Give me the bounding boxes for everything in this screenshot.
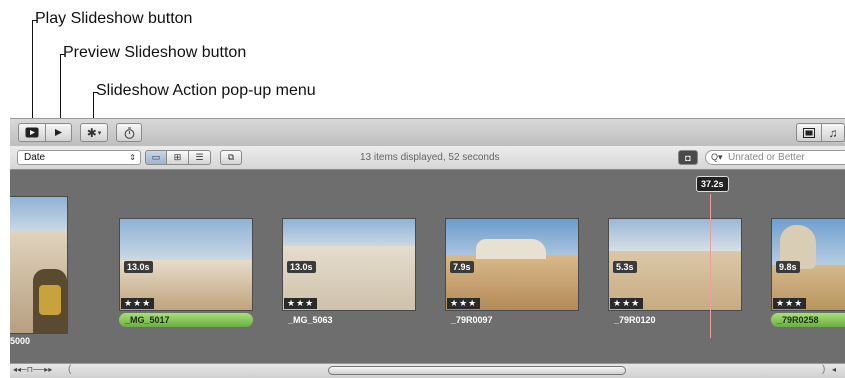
magnifier-icon: ◘ <box>685 152 691 163</box>
callout-slideshow-action: Slideshow Action pop-up menu <box>96 82 316 99</box>
rock-formation <box>476 239 546 259</box>
clip-duration: 13.0s <box>287 261 316 273</box>
clip-rating: ★★★ <box>447 298 481 309</box>
clip-duration: 5.3s <box>613 261 637 273</box>
filmstrip-icon: ▭ <box>151 152 161 162</box>
play-slideshow-icon <box>25 127 39 138</box>
slideshow-toolbar: ✱ ▾ ♫ <box>10 118 845 147</box>
leader-line-preview <box>60 54 61 122</box>
zoom-slider[interactable]: ◂◂─⊓──▸▸ <box>13 365 52 374</box>
leader-line-play <box>32 20 33 122</box>
callout-preview-slideshow: Preview Slideshow button <box>63 44 247 61</box>
music-note-icon: ♫ <box>828 125 838 140</box>
horizontal-scroll-thumb[interactable] <box>328 366 626 375</box>
clip-thumbnail[interactable]: 9.8s ★★★ <box>771 218 845 311</box>
clip-duration: 7.9s <box>450 261 474 273</box>
backpack-shape <box>39 285 61 315</box>
clip-thumbnail[interactable]: 13.0s ★★★ <box>119 218 253 311</box>
playhead-line[interactable] <box>710 194 711 338</box>
clip-rating: ★★★ <box>284 298 318 309</box>
sort-popup[interactable]: Date ⇕ <box>17 150 141 165</box>
partial-clip-thumbnail[interactable] <box>10 196 68 334</box>
popup-arrows-icon: ⇕ <box>129 153 136 162</box>
leader-tick-play <box>32 20 37 21</box>
bottom-scroll-bar: ◂◂─⊓──▸▸ ( ) ◂ <box>10 363 845 378</box>
scroll-track-left-cap: ( <box>68 364 72 375</box>
clip-thumbnail[interactable]: 13.0s ★★★ <box>282 218 416 311</box>
clip-rating: ★★★ <box>610 298 644 309</box>
viewer-button[interactable] <box>796 123 822 142</box>
play-slideshow-button[interactable] <box>18 123 46 142</box>
viewer-icon <box>803 127 815 138</box>
search-icon: Q▾ <box>711 152 723 162</box>
items-status-text: 13 items displayed, 52 seconds <box>360 152 500 163</box>
playhead-time: 37.2s <box>696 176 729 192</box>
clip-name: _79R0258 <box>771 313 845 327</box>
filter-toggle-button[interactable]: ◘ <box>678 150 698 165</box>
clip-duration: 9.8s <box>776 261 800 273</box>
sort-popup-value: Date <box>24 152 46 163</box>
list-icon: ☰ <box>195 152 204 162</box>
waveform-icon: ⧉ <box>227 152 235 162</box>
list-view-button[interactable]: ☰ <box>189 150 211 165</box>
filter-bar: Date ⇕ ▭ ⊞ ☰ ⧉ 13 items displayed, 52 se… <box>10 146 845 170</box>
gear-icon: ✱ <box>86 125 97 140</box>
dropdown-arrow-icon: ▾ <box>97 129 102 137</box>
clip-rating: ★★★ <box>121 298 155 309</box>
grid-view-button[interactable]: ⊞ <box>167 150 189 165</box>
clip-thumbnail[interactable]: 5.3s ★★★ <box>608 218 742 311</box>
grid-icon: ⊞ <box>173 152 182 162</box>
clip-thumbnail[interactable]: 7.9s ★★★ <box>445 218 579 311</box>
clip-name: _79R0120 <box>614 315 656 325</box>
scroll-arrow-icon[interactable]: ◂ <box>832 365 836 374</box>
clip-name: _MG_5017 <box>119 313 253 327</box>
slideshow-action-menu[interactable]: ✱ ▾ <box>80 123 108 142</box>
search-placeholder: Unrated or Better <box>728 152 805 163</box>
filmstrip-view-button[interactable]: ▭ <box>145 150 167 165</box>
partial-clip-name: 5000 <box>10 336 31 346</box>
preview-slideshow-button[interactable] <box>46 123 72 142</box>
rating-search-field[interactable]: Q▾ Unrated or Better <box>705 150 845 165</box>
preview-triangle-icon <box>55 129 62 136</box>
clip-rating: ★★★ <box>773 298 807 309</box>
sky-area <box>10 197 67 231</box>
scroll-track-right-cap: ) <box>822 364 826 375</box>
clip-name: _MG_5063 <box>288 315 333 325</box>
music-button[interactable]: ♫ <box>822 123 845 142</box>
sky-area <box>283 219 415 247</box>
timing-button[interactable] <box>116 123 142 142</box>
clip-duration: 13.0s <box>124 261 153 273</box>
show-audio-button[interactable]: ⧉ <box>220 150 242 165</box>
leader-tick-action <box>93 92 98 93</box>
sky-area <box>609 219 741 251</box>
callout-play-slideshow: Play Slideshow button <box>35 10 193 27</box>
stopwatch-icon <box>124 126 134 139</box>
leader-tick-preview <box>60 54 65 55</box>
slideshow-browser: 5000 13.0s ★★★ _MG_5017 13.0s ★★★ _MG_50… <box>10 170 845 363</box>
clip-name: _79R0097 <box>451 315 493 325</box>
sky-area <box>120 219 252 260</box>
